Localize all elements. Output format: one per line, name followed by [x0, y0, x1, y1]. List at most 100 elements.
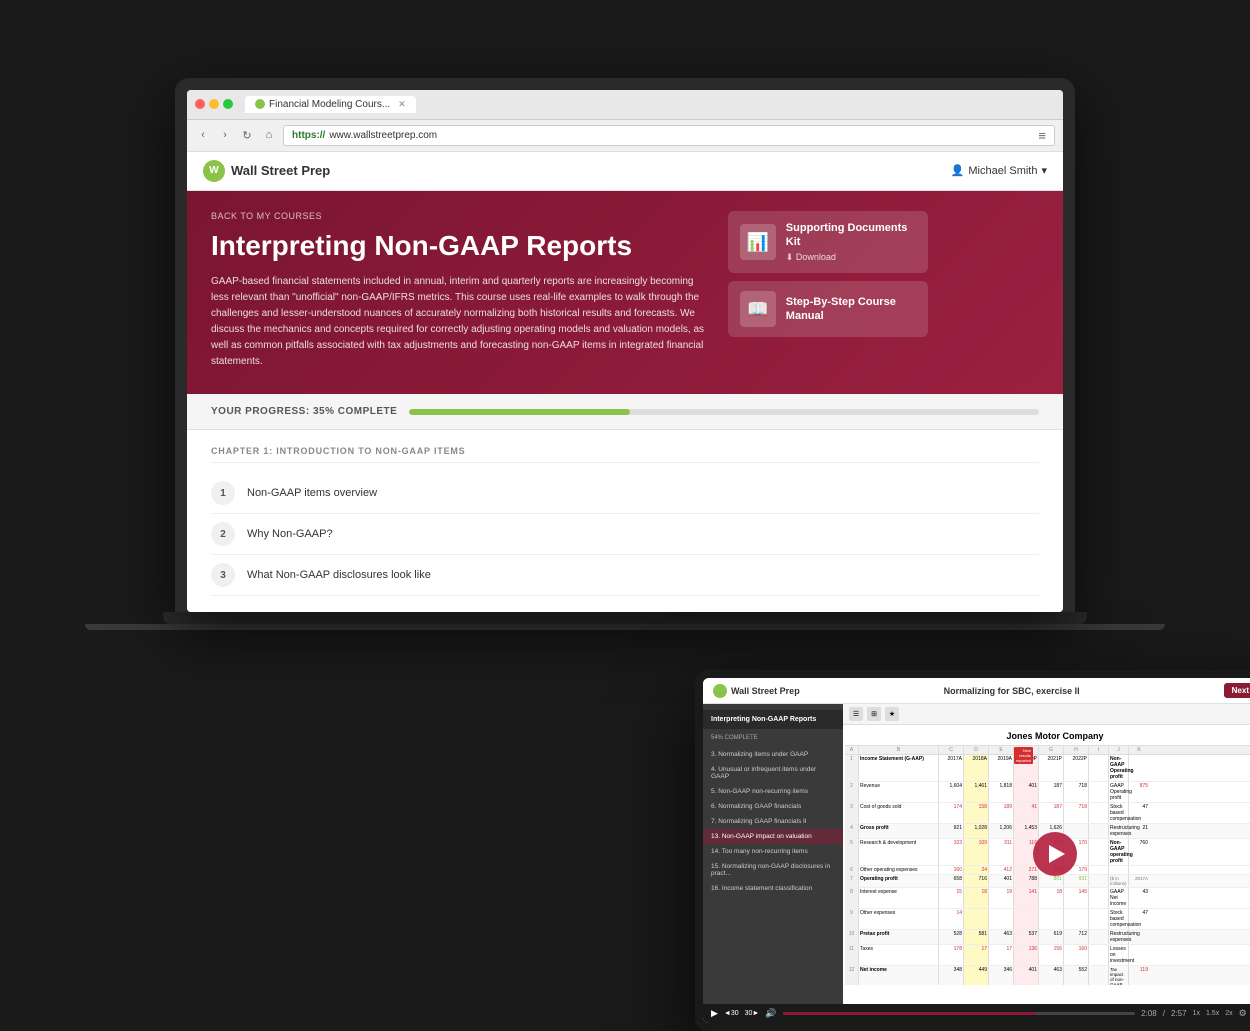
sidebar-chapter-15[interactable]: 15. Normalizing non-GAAP disclosures in … [703, 859, 843, 881]
play-pause-button[interactable]: ▶ [711, 1008, 718, 1019]
supporting-docs-kit-card[interactable]: 📊 Supporting Documents Kit ⬇ Download [728, 211, 928, 274]
play-icon [1049, 845, 1065, 863]
tablet-screen: Wall Street Prep Normalizing for SBC, ex… [703, 678, 1250, 1023]
forward-button[interactable]: › [217, 127, 233, 143]
home-button[interactable]: ⌂ [261, 127, 277, 143]
kit-title: Supporting Documents Kit [786, 221, 916, 250]
lesson-title: Non-GAAP items overview [247, 487, 377, 499]
tablet-spreadsheet: ☰ ⊞ ★ Jones Motor Company [843, 704, 1250, 1004]
course-content: CHAPTER 1: INTRODUCTION TO NON-GAAP ITEM… [187, 430, 1063, 612]
play-button[interactable] [1033, 832, 1077, 876]
tablet-course-title: Normalizing for SBC, exercise II [944, 686, 1080, 696]
lesson-title: Why Non-GAAP? [247, 528, 333, 540]
tablet-header: Wall Street Prep Normalizing for SBC, ex… [703, 678, 1250, 704]
lesson-number: 1 [211, 481, 235, 505]
spreadsheet-toolbar: ☰ ⊞ ★ [843, 704, 1250, 725]
time-separator: / [1163, 1009, 1165, 1018]
forward-30-button[interactable]: 30► [745, 1010, 760, 1017]
browser-chrome: Financial Modeling Cours... ✕ [187, 90, 1063, 120]
sidebar-chapter-6[interactable]: 6. Normalizing GAAP financials [703, 799, 843, 814]
laptop-frame: Financial Modeling Cours... ✕ ‹ › ↻ ⌂ ht… [175, 78, 1075, 631]
traffic-lights [195, 99, 233, 109]
logo-icon: W [203, 160, 225, 182]
tablet-outer: Wall Street Prep Normalizing for SBC, ex… [695, 670, 1250, 1031]
site-header: W Wall Street Prep 👤 Michael Smith ▾ [187, 152, 1063, 191]
course-hero: BACK TO MY COURSES Interpreting Non-GAAP… [187, 191, 1063, 395]
progress-label: YOUR PROGRESS: 35% COMPLETE [211, 406, 397, 417]
user-menu[interactable]: 👤 Michael Smith ▾ [951, 164, 1047, 177]
tablet-logo-icon [713, 684, 727, 698]
speed-1-5x[interactable]: 1.5x [1206, 1010, 1219, 1017]
lesson-title: What Non-GAAP disclosures look like [247, 569, 431, 581]
video-progress-fill [783, 1012, 1037, 1015]
logo-text: Wall Street Prep [231, 163, 330, 178]
lesson-item[interactable]: 1 Non-GAAP items overview [211, 473, 1039, 514]
close-button[interactable] [195, 99, 205, 109]
sidebar-course-name: Interpreting Non-GAAP Reports [703, 710, 843, 729]
refresh-button[interactable]: ↻ [239, 127, 255, 143]
minimize-button[interactable] [209, 99, 219, 109]
settings-icon[interactable]: ⚙ [1239, 1008, 1247, 1019]
menu-button[interactable]: ≡ [1038, 128, 1046, 143]
time-total: 2:57 [1171, 1009, 1187, 1018]
sidebar-chapter-7[interactable]: 7. Normalizing GAAP financials II [703, 814, 843, 829]
video-controls-bar: ▶ ◄30 30► 🔊 2:08 / 2:57 1x 1.5x 2x ⚙ ⛶ [703, 1004, 1250, 1023]
course-description: GAAP-based financial statements included… [211, 274, 708, 370]
user-name: Michael Smith [968, 165, 1037, 177]
lesson-number: 3 [211, 563, 235, 587]
tablet-main: Interpreting Non-GAAP Reports 54% COMPLE… [703, 704, 1250, 1004]
company-title: Jones Motor Company [845, 727, 1250, 746]
browser-nav: ‹ › ↻ ⌂ https:// www.wallstreetprep.com … [187, 120, 1063, 152]
back-link[interactable]: BACK TO MY COURSES [211, 211, 708, 221]
tab-favicon [255, 99, 265, 109]
sidebar-chapter-3[interactable]: 3. Normalizing items under GAAP [703, 747, 843, 762]
progress-section: YOUR PROGRESS: 35% COMPLETE [187, 394, 1063, 430]
tablet-sidebar: Interpreting Non-GAAP Reports 54% COMPLE… [703, 704, 843, 1004]
chapter-heading: CHAPTER 1: INTRODUCTION TO NON-GAAP ITEM… [211, 446, 1039, 463]
kit-info: Supporting Documents Kit ⬇ Download [786, 221, 916, 264]
rewind-30-button[interactable]: ◄30 [724, 1010, 739, 1017]
address-bar[interactable]: https:// www.wallstreetprep.com ≡ [283, 125, 1055, 146]
lesson-item[interactable]: 3 What Non-GAAP disclosures look like [211, 555, 1039, 596]
url-domain: www.wallstreetprep.com [329, 130, 437, 141]
time-current: 2:08 [1141, 1009, 1157, 1018]
volume-button[interactable]: 🔊 [765, 1008, 776, 1019]
tablet-logo: Wall Street Prep [713, 684, 800, 698]
progress-bar [409, 409, 1039, 415]
manual-icon: 📖 [740, 291, 776, 327]
tab-close-icon[interactable]: ✕ [398, 99, 406, 110]
manual-title: Step-By-Step Course Manual [786, 295, 916, 324]
kit-download[interactable]: ⬇ Download [786, 252, 916, 263]
course-manual-card[interactable]: 📖 Step-By-Step Course Manual [728, 281, 928, 337]
speed-2x[interactable]: 2x [1225, 1010, 1232, 1017]
lesson-number: 2 [211, 522, 235, 546]
user-chevron: ▾ [1041, 164, 1047, 177]
hero-content: BACK TO MY COURSES Interpreting Non-GAAP… [211, 211, 708, 371]
sidebar-chapter-5[interactable]: 5. Non-GAAP non-recurring items [703, 784, 843, 799]
sidebar-chapter-13[interactable]: 13. Non-GAAP impact on valuation [703, 829, 843, 844]
laptop-screen-frame: Financial Modeling Cours... ✕ ‹ › ↻ ⌂ ht… [175, 78, 1075, 613]
tab-title: Financial Modeling Cours... [269, 99, 390, 110]
browser-tab[interactable]: Financial Modeling Cours... ✕ [245, 96, 416, 113]
sidebar-chapter-14[interactable]: 14. Too many non-recurring items [703, 844, 843, 859]
maximize-button[interactable] [223, 99, 233, 109]
sidebar-progress: 54% COMPLETE [703, 733, 843, 747]
sidebar-chapter-4[interactable]: 4. Unusual or infrequent items under GAA… [703, 762, 843, 784]
video-progress-bar[interactable] [783, 1012, 1136, 1015]
lesson-item[interactable]: 2 Why Non-GAAP? [211, 514, 1039, 555]
sidebar-chapter-16[interactable]: 16. Income statement classification [703, 881, 843, 896]
site-logo[interactable]: W Wall Street Prep [203, 160, 330, 182]
course-title: Interpreting Non-GAAP Reports [211, 229, 708, 263]
grid-icon[interactable]: ⊞ [867, 707, 881, 721]
speed-1x[interactable]: 1x [1193, 1010, 1200, 1017]
laptop-screen: Financial Modeling Cours... ✕ ‹ › ↻ ⌂ ht… [187, 90, 1063, 613]
manual-info: Step-By-Step Course Manual [786, 295, 916, 324]
user-icon: 👤 [951, 164, 965, 177]
menu-icon[interactable]: ☰ [849, 707, 863, 721]
hero-sidebar: 📊 Supporting Documents Kit ⬇ Download 📖 … [728, 211, 928, 371]
star-icon[interactable]: ★ [885, 707, 899, 721]
kit-icon: 📊 [740, 224, 776, 260]
back-button[interactable]: ‹ [195, 127, 211, 143]
progress-fill [409, 409, 629, 415]
tablet-next-button[interactable]: Next [1224, 683, 1250, 698]
